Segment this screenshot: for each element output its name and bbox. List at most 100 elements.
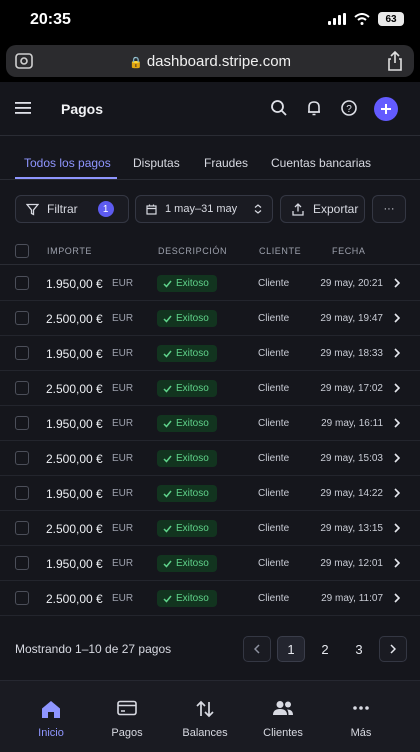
row-checkbox[interactable] [15, 311, 29, 325]
page-button-2[interactable]: 2 [311, 636, 339, 662]
url-value: dashboard.stripe.com [146, 53, 292, 70]
row-date: 29 may, 12:01 [320, 558, 383, 569]
row-checkbox[interactable] [15, 381, 29, 395]
lock-icon: 🔒 [128, 57, 143, 69]
check-icon [163, 595, 172, 603]
row-checkbox[interactable] [15, 521, 29, 535]
row-checkbox[interactable] [15, 591, 29, 605]
chevron-right-icon[interactable] [394, 278, 400, 288]
url-text[interactable]: 🔒 dashboard.stripe.com [6, 53, 414, 70]
chevron-right-icon[interactable] [394, 348, 400, 358]
chevron-right-icon[interactable] [394, 558, 400, 568]
row-amount: 1.950,00 € [46, 347, 103, 361]
check-icon [163, 560, 172, 568]
chevron-right-icon[interactable] [394, 523, 400, 533]
chevron-right-icon[interactable] [394, 593, 400, 603]
export-label: Exportar [313, 202, 359, 216]
nav-item-more[interactable]: Más [322, 681, 400, 752]
status-icons: 63 [328, 12, 404, 26]
select-all-checkbox[interactable] [15, 244, 29, 258]
row-date: 29 may, 18:33 [320, 348, 383, 359]
nav-label: Clientes [263, 727, 303, 739]
row-currency: EUR [112, 348, 134, 359]
previous-page-button[interactable] [243, 636, 271, 662]
table-row[interactable]: 1.950,00 € EUR Exitoso Cliente 29 may, 1… [0, 336, 420, 371]
status-badge: Exitoso [157, 310, 217, 327]
page-button-3[interactable]: 3 [345, 636, 373, 662]
nav-item-home[interactable]: Inicio [12, 681, 90, 752]
nav-label: Inicio [38, 727, 64, 739]
row-checkbox[interactable] [15, 416, 29, 430]
next-page-button[interactable] [379, 636, 407, 662]
active-tab-indicator [15, 177, 117, 179]
pagination-summary: Mostrando 1–10 de 27 pagos [15, 642, 172, 656]
chevron-right-icon[interactable] [394, 418, 400, 428]
row-client: Cliente [258, 348, 290, 359]
row-currency: EUR [112, 278, 134, 289]
table-row[interactable]: 2.500,00 € EUR Exitoso Cliente 29 may, 1… [0, 581, 420, 616]
row-checkbox[interactable] [15, 451, 29, 465]
tab-bank-accounts[interactable]: Cuentas bancarias [271, 156, 371, 170]
payments-tabs: Todos los pagos Disputas Fraudes Cuentas… [0, 136, 420, 180]
battery-icon: 63 [378, 12, 404, 26]
svg-text:?: ? [346, 104, 352, 115]
chevron-right-icon[interactable] [394, 488, 400, 498]
row-amount: 2.500,00 € [46, 312, 103, 326]
export-button[interactable]: Exportar [280, 195, 365, 223]
help-icon[interactable]: ? [340, 99, 358, 117]
menu-icon[interactable] [15, 101, 31, 115]
status-badge: Exitoso [157, 345, 217, 362]
more-options-button[interactable]: ··· [372, 195, 406, 223]
row-checkbox[interactable] [15, 486, 29, 500]
table-row[interactable]: 2.500,00 € EUR Exitoso Cliente 29 may, 1… [0, 371, 420, 406]
chevron-right-icon[interactable] [394, 313, 400, 323]
add-button[interactable] [374, 97, 398, 121]
url-bar[interactable]: 🔒 dashboard.stripe.com [6, 45, 414, 77]
nav-item-balances[interactable]: Balances [166, 681, 244, 752]
tab-all-payments[interactable]: Todos los pagos [24, 156, 111, 170]
status-label: Exitoso [176, 313, 209, 324]
row-client: Cliente [258, 523, 290, 534]
table-row[interactable]: 2.500,00 € EUR Exitoso Cliente 29 may, 1… [0, 301, 420, 336]
table-row[interactable]: 1.950,00 € EUR Exitoso Cliente 29 may, 1… [0, 406, 420, 441]
nav-label: Balances [182, 727, 228, 739]
row-amount: 1.950,00 € [46, 277, 103, 291]
row-checkbox[interactable] [15, 556, 29, 570]
status-label: Exitoso [176, 383, 209, 394]
chevron-right-icon[interactable] [394, 453, 400, 463]
status-label: Exitoso [176, 488, 209, 499]
bell-icon[interactable] [305, 99, 323, 117]
home-icon [42, 701, 60, 718]
table-row[interactable]: 2.500,00 € EUR Exitoso Cliente 29 may, 1… [0, 511, 420, 546]
row-checkbox[interactable] [15, 346, 29, 360]
table-row[interactable]: 2.500,00 € EUR Exitoso Cliente 29 may, 1… [0, 441, 420, 476]
row-amount: 2.500,00 € [46, 522, 103, 536]
nav-item-payments[interactable]: Pagos [88, 681, 166, 752]
tab-disputes[interactable]: Disputas [133, 156, 180, 170]
date-range-select[interactable]: 1 may–31 may [135, 195, 273, 223]
app-header: Pagos ? [0, 82, 420, 136]
transfer-icon [196, 700, 214, 718]
table-row[interactable]: 1.950,00 € EUR Exitoso Cliente 29 may, 1… [0, 476, 420, 511]
upload-icon [292, 202, 304, 216]
tab-fraud[interactable]: Fraudes [204, 156, 248, 170]
row-checkbox[interactable] [15, 276, 29, 290]
status-badge: Exitoso [157, 380, 217, 397]
share-icon[interactable] [386, 50, 404, 72]
row-client: Cliente [258, 453, 290, 464]
row-client: Cliente [258, 418, 290, 429]
chevron-right-icon[interactable] [394, 383, 400, 393]
search-icon[interactable] [270, 99, 288, 117]
page-button-1[interactable]: 1 [277, 636, 305, 662]
table-row[interactable]: 1.950,00 € EUR Exitoso Cliente 29 may, 2… [0, 266, 420, 301]
bottom-navigation: Inicio Pagos Balances Clientes Más [0, 680, 420, 752]
browser-bar: 🔒 dashboard.stripe.com [0, 40, 420, 82]
nav-item-customers[interactable]: Clientes [244, 681, 322, 752]
filter-button[interactable]: Filtrar 1 [15, 195, 129, 223]
row-date: 29 may, 15:03 [320, 453, 383, 464]
status-label: Exitoso [176, 453, 209, 464]
row-currency: EUR [112, 418, 134, 429]
status-badge: Exitoso [157, 415, 217, 432]
row-amount: 1.950,00 € [46, 557, 103, 571]
table-row[interactable]: 1.950,00 € EUR Exitoso Cliente 29 may, 1… [0, 546, 420, 581]
